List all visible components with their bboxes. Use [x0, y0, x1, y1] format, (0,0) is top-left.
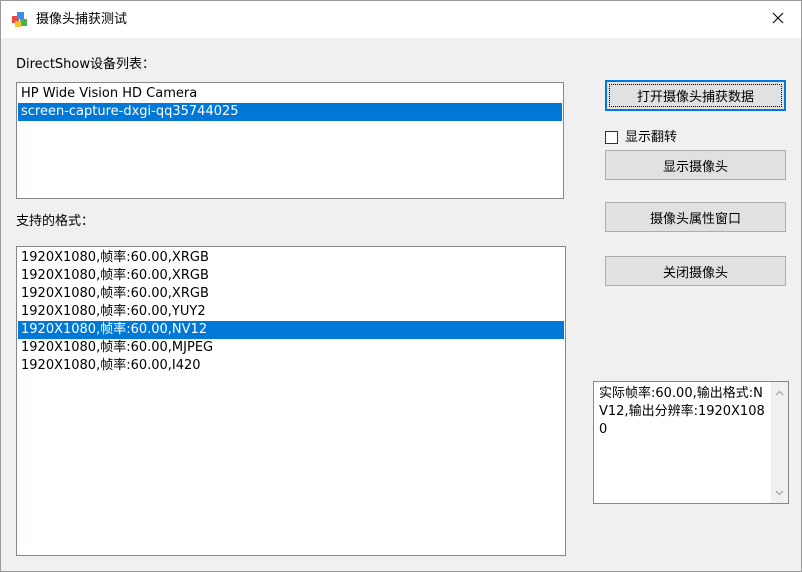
flip-label[interactable]: 显示翻转: [625, 129, 677, 146]
camera-properties-button[interactable]: 摄像头属性窗口: [605, 202, 786, 232]
app-icon: [11, 10, 29, 28]
format-listbox[interactable]: 1920X1080,帧率:60.00,XRGB 1920X1080,帧率:60.…: [16, 246, 566, 556]
close-camera-button[interactable]: 关闭摄像头: [605, 256, 786, 286]
title-bar: 摄像头捕获测试: [1, 1, 801, 38]
show-camera-button[interactable]: 显示摄像头: [605, 150, 786, 180]
chevron-down-icon: [775, 485, 784, 500]
flip-checkbox[interactable]: [605, 131, 618, 144]
scroll-up-button[interactable]: [771, 384, 788, 401]
format-item-6[interactable]: 1920X1080,帧率:60.00,I420: [18, 357, 564, 375]
chevron-up-icon: [775, 385, 784, 400]
window-title: 摄像头捕获测试: [36, 12, 128, 27]
close-camera-label: 关闭摄像头: [662, 265, 728, 281]
format-list-label: 支持的格式：: [16, 214, 95, 229]
scroll-down-button[interactable]: [771, 484, 788, 501]
format-item-1[interactable]: 1920X1080,帧率:60.00,XRGB: [18, 267, 564, 285]
close-button[interactable]: [755, 1, 801, 38]
format-item-5[interactable]: 1920X1080,帧率:60.00,MJPEG: [18, 339, 564, 357]
camera-properties-label: 摄像头属性窗口: [649, 211, 741, 227]
close-icon: [772, 12, 784, 28]
format-item-2[interactable]: 1920X1080,帧率:60.00,XRGB: [18, 285, 564, 303]
focus-rect: [609, 84, 782, 107]
open-capture-button[interactable]: 打开摄像头捕获数据: [605, 80, 786, 111]
device-list-label: DirectShow设备列表：: [16, 57, 156, 72]
format-item-4[interactable]: 1920X1080,帧率:60.00,NV12: [18, 321, 564, 339]
device-item-0[interactable]: HP Wide Vision HD Camera: [18, 85, 562, 103]
format-item-0[interactable]: 1920X1080,帧率:60.00,XRGB: [18, 249, 564, 267]
app-window: 摄像头捕获测试 DirectShow设备列表： HP Wide Vision H…: [0, 0, 802, 572]
info-textarea[interactable]: 实际帧率:60.00,输出格式:NV12,输出分辨率:1920X1080: [593, 381, 789, 504]
device-listbox[interactable]: HP Wide Vision HD Camera screen-capture-…: [16, 82, 564, 199]
vertical-scrollbar[interactable]: [771, 382, 788, 503]
show-camera-label: 显示摄像头: [662, 159, 728, 175]
info-text: 实际帧率:60.00,输出格式:NV12,输出分辨率:1920X1080: [599, 386, 765, 437]
device-item-1[interactable]: screen-capture-dxgi-qq35744025: [18, 103, 562, 121]
format-item-3[interactable]: 1920X1080,帧率:60.00,YUY2: [18, 303, 564, 321]
